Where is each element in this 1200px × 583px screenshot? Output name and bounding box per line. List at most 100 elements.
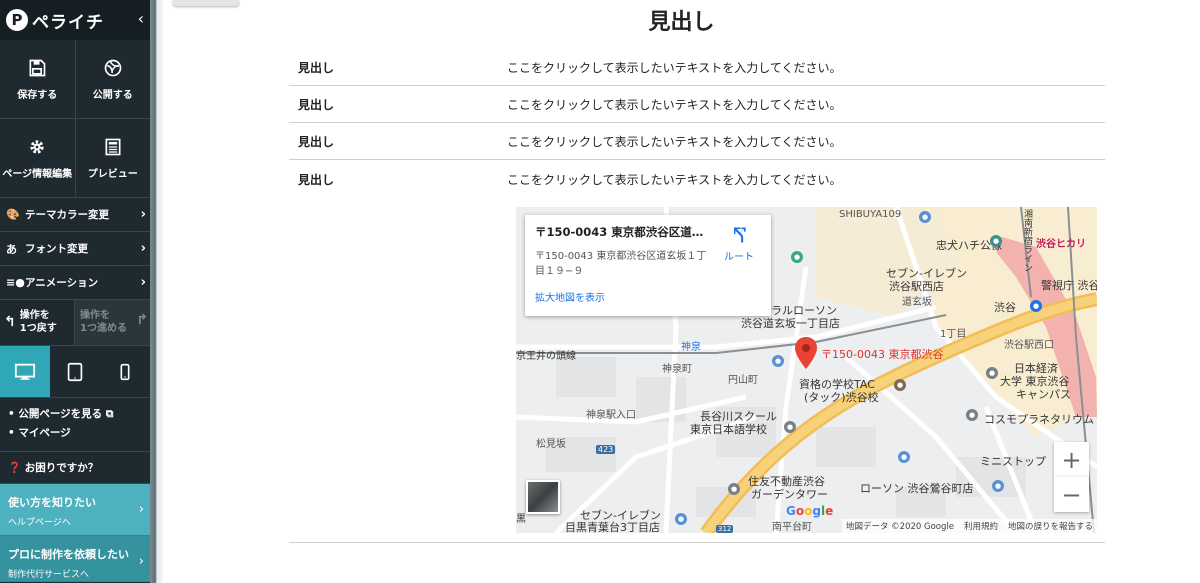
map-label: コスモプラネタリウム [984,413,1094,426]
external-link-icon: ⧉ [105,408,114,420]
desktop-view-button[interactable] [0,346,50,397]
info-table: 見出し ここをクリックして表示したいテキストを入力してください。 見出し ここを… [289,49,1105,198]
help-link[interactable]: ❓ お困りですか？ [0,452,150,484]
preview-label: プレビュー [87,168,138,180]
chevron-right-icon: › [138,502,144,517]
row-heading[interactable]: 見出し [289,96,507,113]
map-label: ローソン 渋谷鶯谷町店 [860,482,974,495]
minus-icon: − [1061,480,1082,509]
row-text[interactable]: ここをクリックして表示したいテキストを入力してください。 [507,133,1105,150]
redo-label-1: 操作を [80,310,110,321]
map-label: 松見坂 [536,439,566,450]
save-icon [29,59,46,76]
table-row: 見出し ここをクリックして表示したいテキストを入力してください。 [289,123,1105,160]
redo-button[interactable]: 操作を 1つ進める ↱ [74,300,150,345]
font-label: フォント変更 [25,243,88,255]
zoom-in-button[interactable]: + [1054,442,1089,477]
map-poi-icon: ● [772,355,784,367]
row-heading[interactable]: 見出し [289,133,507,150]
map-label: 東京日本語学校 [690,423,767,436]
chevron-right-icon: › [140,275,146,290]
report-error-link[interactable]: 地図の誤りを報告する [1008,520,1093,532]
row-text[interactable]: ここをクリックして表示したいテキストを入力してください。 [507,171,1105,188]
help-label: お困りですか？ [24,462,99,474]
directions-button[interactable]: ルート [719,225,759,263]
view-public-page-label: 公開ページを見る [18,408,103,420]
map-poi-icon: ● [992,480,1004,492]
question-icon: ❓ [8,462,22,474]
my-page-label: マイページ [18,427,71,439]
row-text[interactable]: ここをクリックして表示したいテキストを入力してください。 [507,96,1105,113]
map-label: 渋谷ヒカリ [1036,239,1086,250]
table-row: 見出し ここをクリックして表示したいテキストを入力してください。 [289,160,1105,198]
font-menu[interactable]: あ フォント変更 › [0,232,150,266]
map-label: 神泉駅入口 [586,410,636,421]
help-page-button[interactable]: 使い方を知りたい ヘルプページへ › [0,484,150,536]
production-service-button[interactable]: プロに制作を依頼したい 制作代行サービスへ › [0,536,150,582]
tablet-view-button[interactable] [50,346,100,397]
map-attribution: 地図データ ©2020 Google 利用規約 地図の誤りを報告する [841,519,1097,533]
row-heading[interactable]: 見出し [289,171,507,188]
redo-icon: ↱ [136,312,148,328]
map-poi-icon: ● [966,409,978,421]
map-label: 神泉町 [662,364,692,375]
map-poi-icon: ● [986,367,998,379]
map-label: キャンパス [1016,388,1071,401]
save-button[interactable]: 保存する [0,40,76,118]
map-poi-icon: ● [675,513,687,525]
undo-icon: ↰ [4,313,16,330]
route-shield: 312 [716,525,734,533]
station-icon: ● [1030,300,1042,312]
popup-address: 〒150-0043 東京都渋谷区道玄坂１丁目１９−９ [535,251,707,277]
row-text[interactable]: ここをクリックして表示したいテキストを入力してください。 [507,59,1105,76]
my-page-link[interactable]: • マイページ [8,425,150,440]
page-info-button[interactable]: ページ情報編集 [0,119,76,197]
map-label: (タック)渋谷校 [804,391,879,404]
save-label: 保存する [17,89,58,101]
page-info-label: ページ情報編集 [2,168,73,180]
chevron-left-icon[interactable]: ‹ [138,9,144,28]
animation-label: アニメーション [25,277,99,289]
map-label: 黒 [516,514,526,525]
view-public-page-link[interactable]: • 公開ページを見る ⧉ [8,406,150,421]
terms-link[interactable]: 利用規約 [964,520,998,532]
page-title[interactable]: 見出し [163,4,1200,36]
map-info-popup: 〒150-0043 東京都渋谷区道玄坂１丁目１９−９ 〒150-0043 東京都… [525,215,771,316]
logo-text: ペライチ [32,12,104,33]
map-poi-icon: ● [898,451,910,463]
map-poi-icon: ● [919,211,931,223]
map-poi-icon: ● [784,421,796,433]
animation-menu[interactable]: ≡● アニメーション › [0,266,150,300]
map-label: 神泉 [681,342,701,353]
sidebar-resize-handle[interactable] [150,0,163,583]
theme-color-menu[interactable]: 🎨 テーマカラー変更 › [0,198,150,232]
location-marker-icon[interactable] [794,337,818,373]
chevron-right-icon: › [140,241,146,256]
google-map[interactable]: SHIBUYA109 忠犬ハチ公像 渋谷ヒカリ 警視庁 渋谷 渋谷 セブン-イレ… [516,207,1097,533]
map-label: ミニストップ [980,455,1046,468]
undo-button[interactable]: ↰ 操作を 1つ戻す [0,300,74,345]
map-label: SHIBUYA109 [839,209,902,220]
help-cta-subtitle: ヘルプページへ [8,518,71,528]
theme-color-label: テーマカラー変更 [25,209,109,221]
map-label: 円山町 [728,375,758,386]
map-label: 渋谷道玄坂一丁目店 [741,317,840,330]
row-heading[interactable]: 見出し [289,59,507,76]
mobile-view-button[interactable] [100,346,150,397]
larger-map-link[interactable]: 拡大地図を表示 [535,289,761,304]
page-canvas: 見出し 見出し ここをクリックして表示したいテキストを入力してください。 見出し… [163,0,1200,583]
table-divider [289,542,1105,543]
zoom-out-button[interactable]: − [1054,477,1089,512]
publish-button[interactable]: 公開する [76,40,151,118]
marker-label: 〒150-0043 東京都渋谷 [821,348,944,361]
preview-button[interactable]: プレビュー [76,119,151,197]
chevron-right-icon: › [140,207,146,222]
publish-icon [104,59,122,76]
satellite-toggle[interactable] [526,480,560,514]
undo-label-1: 操作を [19,310,50,321]
map-data-credit: 地図データ ©2020 Google [845,522,954,532]
logo-bar: P ペライチ ‹ [0,0,150,40]
publish-label: 公開する [92,89,133,101]
service-cta-title: プロに制作を依頼したい [8,548,129,561]
map-label: 渋谷 [994,301,1016,314]
